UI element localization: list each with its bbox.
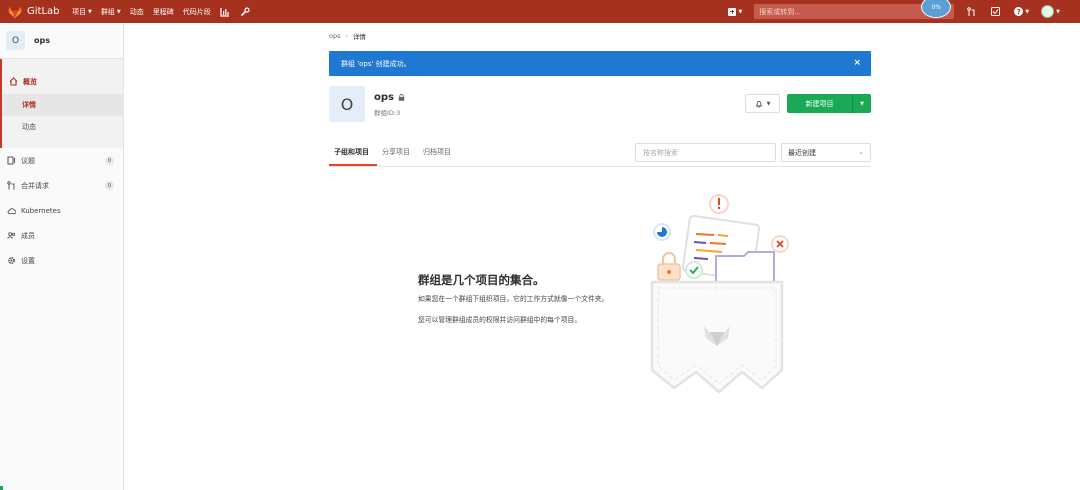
sidebar-item-label: 合并请求: [21, 181, 49, 190]
lock-icon: [398, 94, 405, 101]
sidebar-item-label: Kubernetes: [21, 206, 61, 215]
group-tabs: 子组和项目 分享项目 归档项目 按名称搜索 最近创建 ⌄: [329, 143, 871, 167]
nav-activity[interactable]: 动态: [130, 7, 144, 17]
plus-icon: [728, 7, 737, 16]
tab-shared-projects[interactable]: 分享项目: [382, 147, 410, 157]
help-button[interactable]: ? ▼: [1014, 7, 1029, 16]
help-icon: ?: [1014, 7, 1024, 16]
merge-request-icon[interactable]: [964, 5, 978, 19]
chevron-right-icon: ›: [345, 32, 348, 40]
merge-request-icon: [7, 181, 16, 190]
gitlab-home-link[interactable]: GitLab: [8, 6, 66, 18]
sidebar-item-label: 设置: [21, 256, 35, 265]
sidebar-item-issues[interactable]: 议题 0: [0, 148, 123, 173]
new-project-label: 新建项目: [805, 99, 834, 108]
gear-icon: [7, 256, 16, 265]
issues-icon: [7, 156, 16, 165]
sidebar-item-merge-requests[interactable]: 合并请求 0: [0, 173, 123, 198]
empty-state-line1: 如果您在一个群组下组织项目，它的工作方式就像一个文件夹。: [418, 295, 609, 303]
notification-dropdown[interactable]: ▼: [745, 94, 780, 113]
breadcrumb-current: 详情: [352, 33, 366, 41]
breadcrumb-parent[interactable]: ops: [329, 32, 341, 40]
sidebar-item-label: 成员: [21, 231, 35, 240]
chevron-down-icon: ▼: [738, 8, 743, 15]
group-id: 群组ID:3: [374, 109, 401, 117]
nav-milestones[interactable]: 里程碑: [153, 7, 174, 17]
users-icon: [7, 231, 16, 240]
sidebar-item-label: 概览: [23, 77, 37, 86]
group-title: ops: [374, 92, 394, 103]
empty-state-title: 群组是几个项目的集合。: [418, 273, 545, 287]
sidebar-context-header[interactable]: O ops: [0, 23, 123, 59]
chevron-down-icon: ▼: [1025, 8, 1030, 15]
chevron-down-icon: ▼: [1056, 8, 1060, 15]
nav-snippets[interactable]: 代码片段: [183, 7, 211, 17]
filter-by-name-input[interactable]: 按名称搜索: [635, 143, 776, 162]
progress-badge: 0%: [921, 0, 952, 18]
group-avatar: O: [6, 31, 25, 50]
sidebar-item-members[interactable]: 成员: [0, 223, 123, 248]
sidebar-subitem-activity[interactable]: 动态: [0, 116, 123, 138]
count-badge: 0: [105, 156, 114, 165]
sort-select[interactable]: 最近创建 ⌄: [781, 143, 871, 162]
gitlab-logo-icon: [8, 6, 22, 18]
chevron-down-icon: ▼: [88, 8, 92, 15]
sort-selected: 最近创建: [788, 148, 816, 157]
chevron-down-icon: ⌄: [858, 148, 864, 156]
sidebar-item-overview[interactable]: 概览: [0, 69, 123, 94]
wrench-icon[interactable]: [240, 6, 250, 17]
user-menu[interactable]: ▼: [1041, 5, 1060, 18]
avatar: [1041, 5, 1055, 18]
group-name: ops: [34, 36, 50, 45]
flash-message: 群组 'ops' 创建成功。: [341, 59, 411, 68]
chart-bar-icon[interactable]: [220, 7, 230, 17]
home-icon: [9, 77, 18, 86]
nav-groups-label: 群组: [100, 7, 115, 16]
group-header: O ops 群组ID:3 ▼ 新建项目 ▼: [329, 86, 871, 122]
search-input[interactable]: 搜索或转到... 0%: [754, 0, 955, 19]
nav-projects[interactable]: 项目 ▼: [72, 7, 92, 17]
count-badge: 0: [105, 181, 114, 190]
todo-check-icon[interactable]: [988, 5, 1002, 19]
sidebar-item-settings[interactable]: 设置: [0, 248, 123, 273]
nav-groups[interactable]: 群组 ▼: [101, 7, 121, 17]
page-title: ops: [374, 92, 405, 103]
status-indicator: [0, 486, 3, 490]
chevron-down-icon[interactable]: ▼: [852, 94, 871, 113]
tab-subgroups-projects[interactable]: 子组和项目: [334, 147, 369, 157]
sidebar-item-label: 议题: [21, 156, 35, 165]
active-tab-indicator: [329, 164, 377, 166]
empty-group-illustration: [650, 194, 789, 394]
brand-name: GitLab: [27, 6, 60, 17]
group-avatar-large: O: [329, 86, 365, 122]
flash-notice: 群组 'ops' 创建成功。 ×: [329, 51, 871, 76]
top-navbar: GitLab 项目 ▼ 群组 ▼ 动态 里程碑 代码片段 ▼ 搜索或转到... 0%…: [0, 0, 1080, 23]
tab-archived-projects[interactable]: 归档项目: [423, 147, 451, 157]
bell-icon: [755, 100, 762, 108]
close-icon[interactable]: ×: [853, 58, 861, 68]
nav-projects-label: 项目: [72, 7, 86, 16]
search-placeholder: 搜索或转到...: [759, 7, 801, 16]
sidebar-subitem-details[interactable]: 详情: [0, 94, 123, 116]
filter-placeholder: 按名称搜索: [643, 148, 678, 157]
breadcrumb: ops › 详情: [329, 31, 366, 41]
new-project-button[interactable]: 新建项目 ▼: [787, 94, 871, 113]
chevron-down-icon: ▼: [766, 100, 771, 107]
cloud-icon: [7, 206, 16, 215]
empty-state-line2: 您可以管理群组成员的权限并访问群组中的每个项目。: [418, 316, 582, 324]
new-dropdown-button[interactable]: ▼: [728, 7, 743, 16]
sidebar-item-kubernetes[interactable]: Kubernetes: [0, 198, 123, 223]
chevron-down-icon: ▼: [116, 8, 121, 15]
sidebar: O ops 概览 详情 动态 议题 0 合并请求 0 Kubernetes 成员: [0, 23, 124, 490]
